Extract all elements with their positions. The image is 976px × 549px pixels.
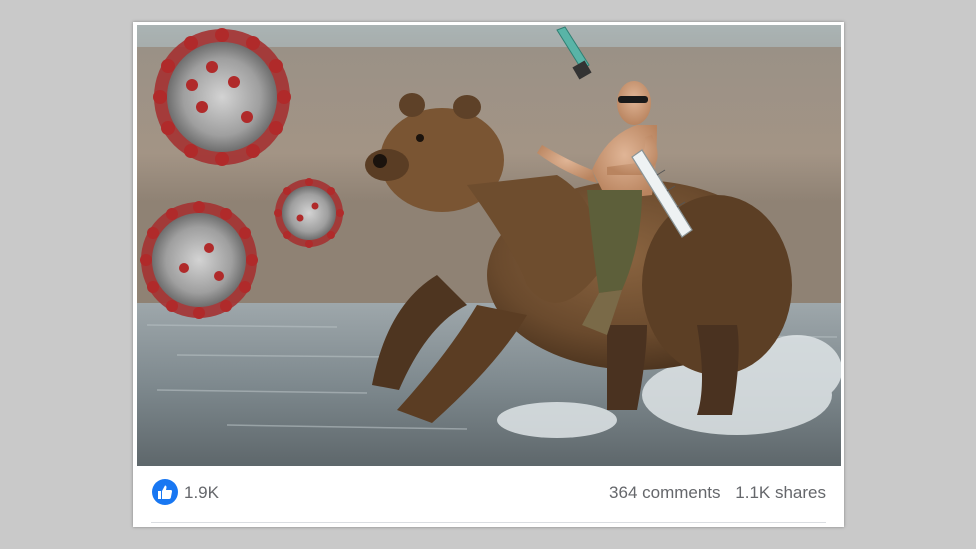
- divider: [151, 522, 826, 523]
- like-count[interactable]: 1.9K: [184, 483, 219, 503]
- shares-count-link[interactable]: 1.1K shares: [735, 483, 826, 502]
- post-card: 1.9K 364 comments 1.1K shares: [133, 22, 844, 527]
- comments-count-link[interactable]: 364 comments: [609, 483, 721, 502]
- post-photo[interactable]: [137, 25, 841, 466]
- virus-small: [274, 178, 344, 248]
- reaction-bar: 1.9K 364 comments 1.1K shares: [133, 466, 844, 524]
- engagement-stats: 364 comments 1.1K shares: [609, 483, 826, 503]
- thumbs-up-icon[interactable]: [152, 479, 178, 505]
